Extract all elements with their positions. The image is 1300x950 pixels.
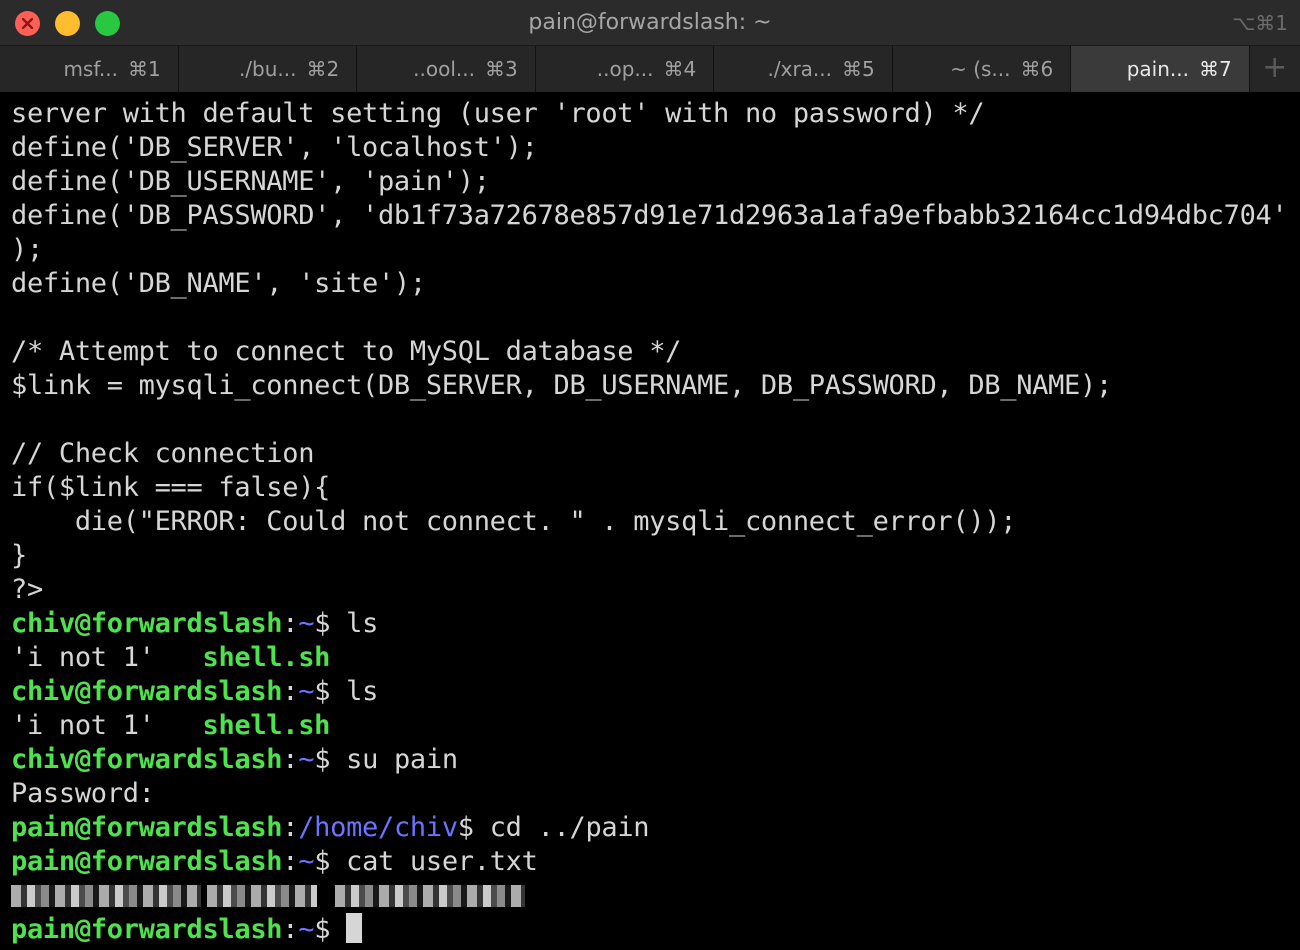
code-line: if($link === false){ bbox=[11, 472, 331, 503]
terminal-output[interactable]: server with default setting (user 'root'… bbox=[11, 97, 1296, 947]
tab-4[interactable]: ..op... ⌘4 bbox=[535, 46, 714, 92]
prompt-command: cd ../pain bbox=[473, 812, 650, 843]
file-gap bbox=[155, 642, 203, 673]
tab-label: ./xra... bbox=[767, 57, 832, 81]
shell-prompt: chiv@forwardslash:~$ ls bbox=[11, 607, 1296, 641]
tab-bar: msf... ⌘1 ./bu... ⌘2 ..ool... ⌘3 ..op...… bbox=[0, 46, 1300, 92]
prompt-user: pain@forwardslash bbox=[11, 846, 283, 877]
prompt-sep: : bbox=[282, 846, 299, 877]
prompt-user: chiv@forwardslash bbox=[11, 608, 283, 639]
redacted-block bbox=[335, 885, 525, 907]
prompt-path: ~ bbox=[298, 608, 315, 639]
prompt-command: su pain bbox=[330, 744, 458, 775]
prompt-sep: : bbox=[282, 608, 299, 639]
code-line: define('DB_USERNAME', 'pain'); bbox=[11, 166, 490, 197]
add-tab-button[interactable]: + bbox=[1249, 46, 1300, 92]
prompt-user: pain@forwardslash bbox=[11, 812, 283, 843]
prompt-path: ~ bbox=[298, 914, 315, 945]
prompt-command: ls bbox=[330, 676, 379, 707]
prompt-path: ~ bbox=[298, 744, 315, 775]
tab-shortcut: ⌘7 bbox=[1199, 57, 1232, 81]
tab-shortcut: ⌘6 bbox=[1020, 57, 1054, 81]
redacted-output bbox=[11, 879, 1296, 913]
tab-label: pain... bbox=[1126, 57, 1189, 81]
tab-1[interactable]: msf... ⌘1 bbox=[0, 46, 179, 92]
prompt-dollar: $ bbox=[314, 846, 331, 877]
prompt-dollar: $ bbox=[314, 676, 331, 707]
tab-label: msf... bbox=[63, 57, 118, 81]
prompt-user: chiv@forwardslash bbox=[11, 676, 283, 707]
title-bar[interactable]: pain@forwardslash: ~ ⌥⌘1 bbox=[0, 0, 1300, 46]
tab-5[interactable]: ./xra... ⌘5 bbox=[714, 46, 893, 92]
code-line: define('DB_SERVER', 'localhost'); bbox=[11, 132, 538, 163]
tab-2[interactable]: ./bu... ⌘2 bbox=[178, 46, 357, 92]
prompt-path: /home/chiv bbox=[298, 812, 458, 843]
shell-prompt: chiv@forwardslash:~$ ls bbox=[11, 675, 1296, 709]
code-line: $link = mysqli_connect(DB_SERVER, DB_USE… bbox=[11, 370, 1112, 401]
tab-3[interactable]: ..ool... ⌘3 bbox=[357, 46, 536, 92]
tab-shortcut: ⌘4 bbox=[663, 57, 697, 81]
tab-shortcut: ⌘5 bbox=[842, 57, 875, 81]
prompt-dollar: $ bbox=[314, 744, 331, 775]
prompt-command: cat user.txt bbox=[330, 846, 538, 877]
file-entry: 'i not 1' bbox=[11, 642, 155, 673]
tab-label: ~ (s... bbox=[950, 57, 1011, 81]
prompt-user: pain@forwardslash bbox=[11, 914, 283, 945]
redacted-block bbox=[207, 885, 317, 907]
code-line: /* Attempt to connect to MySQL database … bbox=[11, 336, 682, 367]
text-cursor bbox=[346, 913, 363, 943]
window-shortcut: ⌥⌘1 bbox=[1232, 11, 1288, 35]
prompt-sep: : bbox=[282, 676, 299, 707]
file-gap bbox=[155, 710, 203, 741]
shell-prompt: chiv@forwardslash:~$ su pain bbox=[11, 743, 1296, 777]
prompt-user: chiv@forwardslash bbox=[11, 744, 283, 775]
prompt-sep: : bbox=[282, 744, 299, 775]
prompt-path: ~ bbox=[298, 846, 315, 877]
code-line: ); bbox=[11, 234, 43, 265]
tab-6[interactable]: ~ (s... ⌘6 bbox=[892, 46, 1071, 92]
prompt-command: ls bbox=[330, 608, 379, 639]
executable-file-entry: shell.sh bbox=[202, 642, 331, 673]
code-line: die("ERROR: Could not connect. " . mysql… bbox=[11, 506, 1017, 537]
code-line: define('DB_NAME', 'site'); bbox=[11, 268, 426, 299]
tab-label: ..ool... bbox=[413, 57, 475, 81]
code-line: define('DB_PASSWORD', 'db1f73a72678e857d… bbox=[11, 200, 1288, 231]
tab-7-active[interactable]: pain... ⌘7 bbox=[1071, 46, 1250, 92]
code-line: } bbox=[11, 540, 27, 571]
ls-output: 'i not 1' shell.sh bbox=[11, 709, 1296, 743]
shell-prompt: pain@forwardslash:~$ bbox=[11, 913, 1296, 947]
tab-label: ..op... bbox=[596, 57, 654, 81]
tab-shortcut: ⌘1 bbox=[128, 57, 161, 81]
terminal-window: pain@forwardslash: ~ ⌥⌘1 msf... ⌘1 ./bu.… bbox=[0, 0, 1300, 950]
prompt-dollar: $ bbox=[457, 812, 474, 843]
shell-prompt: pain@forwardslash:~$ cat user.txt bbox=[11, 845, 1296, 879]
prompt-command bbox=[330, 914, 346, 945]
password-prompt: Password: bbox=[11, 778, 155, 809]
tab-shortcut: ⌘2 bbox=[306, 57, 340, 81]
redacted-block bbox=[11, 885, 201, 907]
code-line: ?> bbox=[11, 574, 43, 605]
prompt-sep: : bbox=[282, 914, 299, 945]
tab-shortcut: ⌘3 bbox=[485, 57, 518, 81]
executable-file-entry: shell.sh bbox=[202, 710, 331, 741]
prompt-path: ~ bbox=[298, 676, 315, 707]
tab-label: ./bu... bbox=[238, 57, 297, 81]
file-entry: 'i not 1' bbox=[11, 710, 155, 741]
prompt-dollar: $ bbox=[314, 608, 331, 639]
shell-prompt: pain@forwardslash:/home/chiv$ cd ../pain bbox=[11, 811, 1296, 845]
prompt-dollar: $ bbox=[314, 914, 331, 945]
window-title: pain@forwardslash: ~ bbox=[528, 10, 772, 35]
code-line: // Check connection bbox=[11, 438, 315, 469]
ls-output: 'i not 1' shell.sh bbox=[11, 641, 1296, 675]
code-line: server with default setting (user 'root'… bbox=[11, 98, 985, 129]
prompt-sep: : bbox=[282, 812, 299, 843]
